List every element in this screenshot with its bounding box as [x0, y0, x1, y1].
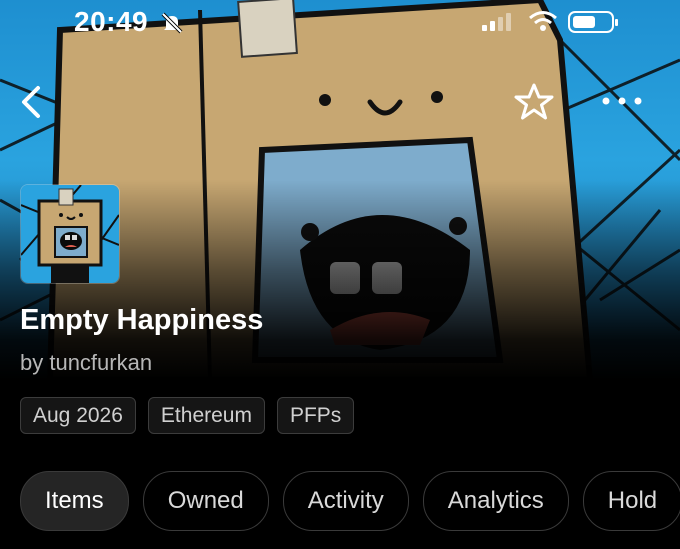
battery-icon — [568, 10, 620, 39]
tab-holders[interactable]: Hold — [582, 471, 680, 531]
tag-category[interactable]: PFPs — [276, 397, 355, 434]
more-options-button[interactable] — [600, 86, 644, 116]
more-dots-icon — [602, 97, 642, 105]
tab-activity[interactable]: Activity — [282, 471, 409, 531]
collection-tabs: Items Owned Activity Analytics Hold — [20, 471, 680, 531]
tag-date: Aug 2026 — [20, 397, 136, 434]
collection-tags: Aug 2026 Ethereum PFPs — [20, 397, 355, 434]
tab-analytics[interactable]: Analytics — [422, 471, 569, 531]
bell-slash-icon — [160, 11, 184, 40]
wifi-icon — [528, 10, 558, 37]
star-outline-icon — [514, 83, 554, 120]
back-chevron-icon — [22, 86, 40, 118]
tag-chain[interactable]: Ethereum — [147, 397, 265, 434]
back-button[interactable] — [14, 84, 50, 120]
cellular-signal-icon — [482, 13, 518, 36]
collection-title: Empty Happiness — [20, 304, 264, 336]
tab-items[interactable]: Items — [20, 471, 129, 531]
tab-owned[interactable]: Owned — [142, 471, 269, 531]
status-time: 20:49 — [74, 6, 149, 37]
collection-creator[interactable]: by tuncfurkan — [20, 350, 152, 376]
favorite-button[interactable] — [514, 82, 554, 122]
collection-avatar — [20, 184, 120, 284]
